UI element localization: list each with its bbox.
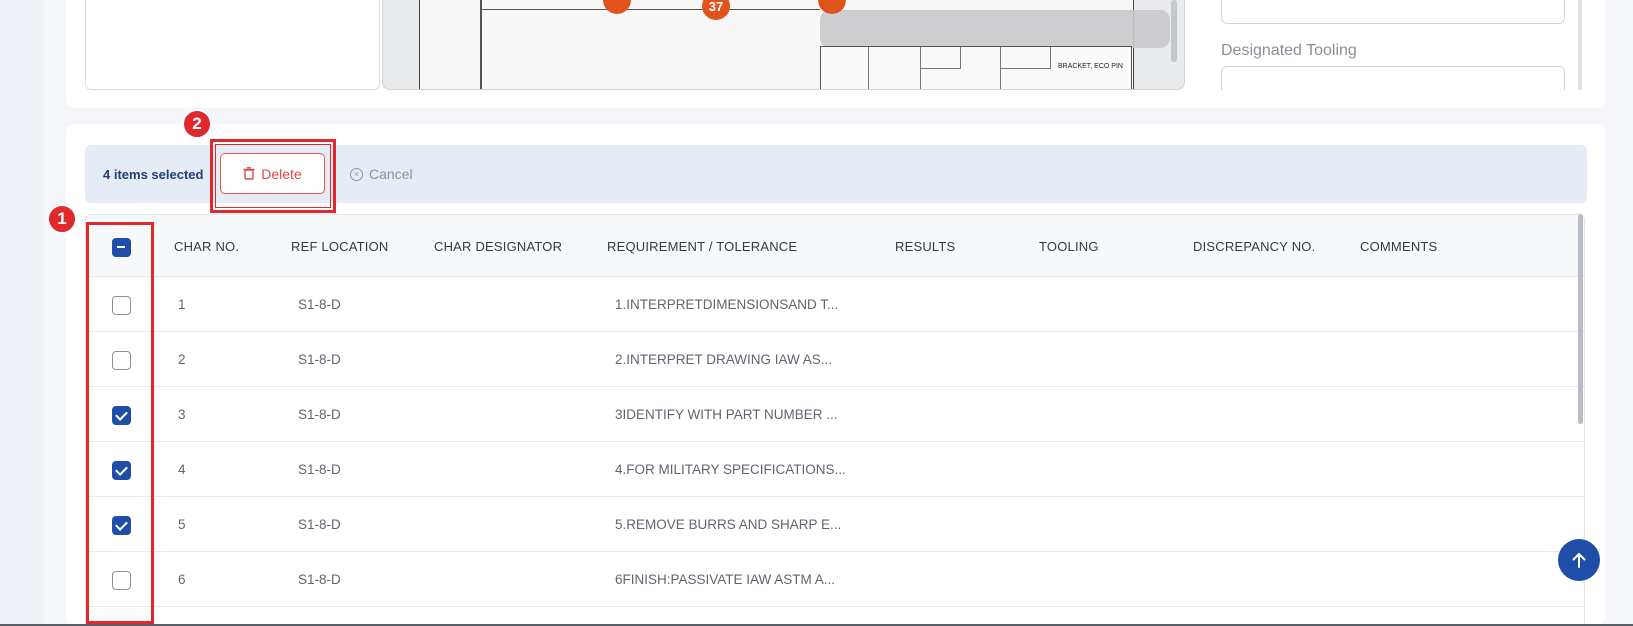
column-header-requirement[interactable]: REQUIREMENT / TOLERANCE: [607, 239, 797, 254]
column-header-comments[interactable]: COMMENTS: [1360, 239, 1437, 254]
balloon-marker-37[interactable]: 37: [702, 0, 730, 20]
circle-x-icon: ×: [350, 167, 363, 181]
details-input[interactable]: [1221, 0, 1565, 24]
table-row[interactable]: 6 S1-8-D 6FINISH:PASSIVATE IAW ASTM A...: [86, 552, 1584, 607]
requirement-cell: 3IDENTIFY WITH PART NUMBER ...: [615, 407, 838, 422]
drawing-viewer[interactable]: BRACKET, ECO PIN 37: [382, 0, 1185, 90]
title-block-text: BRACKET, ECO PIN: [1058, 63, 1123, 70]
designated-tooling-input[interactable]: [1221, 66, 1565, 90]
column-header-ref-location[interactable]: REF LOCATION: [291, 239, 389, 254]
ref-location-cell: S1-8-D: [298, 462, 341, 477]
characteristic-list-panel: [85, 0, 380, 90]
table-row[interactable]: 2 S1-8-D 2.INTERPRET DRAWING IAW AS...: [86, 332, 1584, 387]
annotation-badge-1: 1: [47, 204, 77, 234]
details-panel: Designated Tooling: [1218, 0, 1572, 90]
char-no-cell: 5: [178, 517, 186, 532]
ref-location-cell: S1-8-D: [298, 352, 341, 367]
column-header-tooling[interactable]: TOOLING: [1039, 239, 1099, 254]
table-row[interactable]: 4 S1-8-D 4.FOR MILITARY SPECIFICATIONS..…: [86, 442, 1584, 497]
table-row[interactable]: 1 S1-8-D 1.INTERPRETDIMENSIONSAND T...: [86, 277, 1584, 332]
requirement-cell: 4.FOR MILITARY SPECIFICATIONS...: [615, 462, 846, 477]
cancel-button-label: Cancel: [369, 166, 413, 182]
requirement-cell: 6FINISH:PASSIVATE IAW ASTM A...: [615, 572, 836, 587]
redacted-region: [820, 10, 1170, 48]
arrow-up-icon: [1572, 553, 1586, 568]
char-no-cell: 1: [178, 297, 186, 312]
drawing-sheet: BRACKET, ECO PIN 37: [419, 0, 1170, 89]
drawing-border-line: [480, 0, 482, 89]
requirement-cell: 1.INTERPRETDIMENSIONSAND T...: [615, 297, 839, 312]
ref-location-cell: S1-8-D: [298, 572, 341, 587]
column-header-char-designator[interactable]: CHAR DESIGNATOR: [434, 239, 562, 254]
annotation-box-delete-inner: [215, 144, 331, 208]
requirement-cell: 5.REMOVE BURRS AND SHARP E...: [615, 517, 842, 532]
column-header-results[interactable]: RESULTS: [895, 239, 955, 254]
characteristics-table: CHAR NO. REF LOCATION CHAR DESIGNATOR RE…: [85, 214, 1585, 626]
char-no-cell: 6: [178, 572, 186, 587]
cancel-button[interactable]: × Cancel: [350, 160, 413, 188]
requirement-cell: 2.INTERPRET DRAWING IAW AS...: [615, 352, 833, 367]
table-scrollbar[interactable]: [1578, 214, 1583, 424]
selected-count: 4 items selected: [103, 167, 204, 182]
details-scrollbar[interactable]: [1578, 0, 1582, 90]
ref-location-cell: S1-8-D: [298, 297, 341, 312]
scroll-to-top-button[interactable]: [1558, 539, 1600, 581]
char-no-cell: 2: [178, 352, 186, 367]
table-row[interactable]: 5 S1-8-D 5.REMOVE BURRS AND SHARP E...: [86, 497, 1584, 552]
char-no-cell: 4: [178, 462, 186, 477]
ref-location-cell: S1-8-D: [298, 517, 341, 532]
annotation-badge-2: 2: [182, 109, 212, 139]
viewer-scrollbar[interactable]: [1171, 0, 1177, 62]
column-header-discrepancy-no[interactable]: DISCREPANCY NO.: [1193, 239, 1315, 254]
drawing-dimension-line: [480, 9, 820, 10]
table-row[interactable]: 3 S1-8-D 3IDENTIFY WITH PART NUMBER ...: [86, 387, 1584, 442]
ref-location-cell: S1-8-D: [298, 407, 341, 422]
char-no-cell: 3: [178, 407, 186, 422]
column-header-char-no[interactable]: CHAR NO.: [174, 239, 239, 254]
balloon-marker[interactable]: [603, 0, 631, 14]
annotation-box-checkbox-column: [86, 222, 154, 624]
designated-tooling-label: Designated Tooling: [1221, 42, 1357, 59]
table-header: CHAR NO. REF LOCATION CHAR DESIGNATOR RE…: [86, 215, 1584, 277]
